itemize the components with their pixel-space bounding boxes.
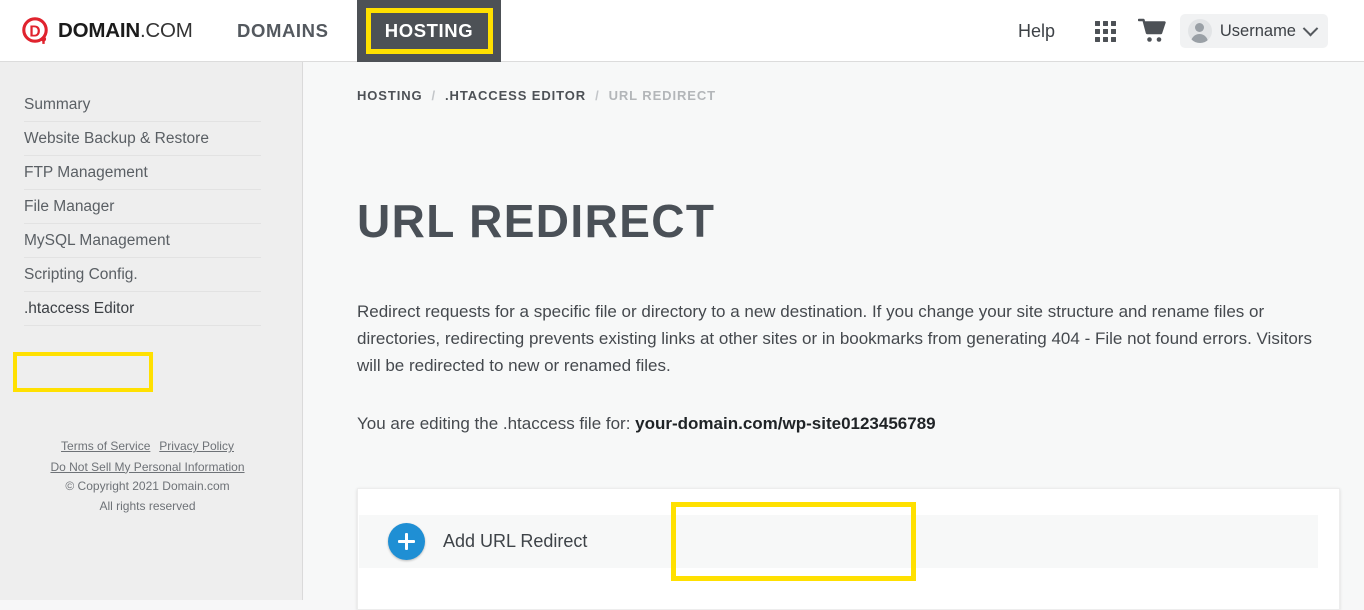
add-url-redirect-label: Add URL Redirect: [443, 531, 588, 551]
sidebar-nav-list: Summary Website Backup & Restore FTP Man…: [24, 88, 261, 326]
help-link[interactable]: Help: [1018, 0, 1055, 62]
sidebar-item-label: MySQL Management: [24, 231, 170, 249]
logo-wordmark: DOMAIN.COM: [58, 18, 193, 42]
sidebar-item-label: Website Backup & Restore: [24, 129, 209, 147]
main-content: HOSTING / .HTACCESS EDITOR / URL REDIREC…: [304, 62, 1364, 610]
sidebar-item-label: Scripting Config.: [24, 265, 138, 283]
editing-file-prefix: You are editing the .htaccess file for:: [357, 414, 636, 433]
sidebar-item-mysql-management[interactable]: MySQL Management: [24, 224, 261, 258]
apps-grid-dot: [1095, 37, 1100, 42]
apps-grid-dot: [1111, 21, 1116, 26]
sidebar-footer-row-dns: Do Not Sell My Personal Information: [0, 457, 295, 478]
breadcrumb-item-url-redirect: URL REDIRECT: [608, 88, 716, 103]
plus-icon[interactable]: [388, 523, 425, 560]
sidebar-item-label: File Manager: [24, 197, 115, 215]
nav-tab-hosting-label: HOSTING: [384, 20, 474, 41]
chevron-down-icon: [1302, 20, 1319, 36]
sidebar-item-label: .htaccess Editor: [24, 299, 135, 317]
sidebar-item-label: FTP Management: [24, 163, 148, 181]
add-url-redirect-row[interactable]: Add URL Redirect: [359, 515, 1318, 568]
top-header: D DOMAIN.COM DOMAINS HOSTING Help Userna…: [0, 0, 1364, 62]
url-redirect-card: Add URL Redirect: [357, 488, 1340, 610]
site-logo[interactable]: D DOMAIN.COM: [22, 16, 193, 46]
editing-file-domain: your-domain.com/wp-site0123456789: [635, 414, 936, 433]
rights-reserved-text: All rights reserved: [99, 498, 196, 513]
sidebar-item-htaccess-editor[interactable]: .htaccess Editor: [24, 292, 261, 326]
breadcrumb-item-hosting[interactable]: HOSTING: [357, 88, 423, 103]
sidebar-item-website-backup-restore[interactable]: Website Backup & Restore: [24, 122, 261, 156]
privacy-policy-link[interactable]: Privacy Policy: [159, 439, 234, 453]
user-menu-button[interactable]: Username: [1179, 14, 1328, 48]
sidebar-item-summary[interactable]: Summary: [24, 88, 261, 122]
svg-text:D: D: [29, 24, 40, 41]
terms-of-service-link[interactable]: Terms of Service: [61, 439, 150, 453]
sidebar-item-scripting-config[interactable]: Scripting Config.: [24, 258, 261, 292]
apps-grid-dot: [1095, 21, 1100, 26]
sidebar-item-file-manager[interactable]: File Manager: [24, 190, 261, 224]
shopping-cart-icon[interactable]: [1137, 18, 1166, 44]
sidebar-item-ftp-management[interactable]: FTP Management: [24, 156, 261, 190]
nav-tab-domains[interactable]: DOMAINS: [237, 0, 329, 62]
highlight-box-htaccess-editor: [13, 352, 153, 392]
apps-grid-dot: [1103, 21, 1108, 26]
logo-text-bold: DOMAIN: [58, 18, 140, 42]
apps-grid-dot: [1111, 29, 1116, 34]
username-label: Username: [1219, 21, 1296, 40]
sidebar-item-label: Summary: [24, 95, 91, 113]
breadcrumb-item-htaccess-editor[interactable]: .HTACCESS EDITOR: [445, 88, 586, 103]
editing-file-line: You are editing the .htaccess file for: …: [357, 414, 936, 434]
page-description: Redirect requests for a specific file or…: [357, 302, 1312, 375]
user-avatar-icon: [1187, 19, 1212, 43]
apps-grid-icon[interactable]: [1095, 21, 1116, 42]
sidebar-footer-row-legal: Terms of Service Privacy Policy: [0, 436, 295, 457]
breadcrumb: HOSTING / .HTACCESS EDITOR / URL REDIREC…: [357, 88, 716, 103]
page-title: URL REDIRECT: [357, 195, 716, 247]
domain-d-circle-icon: D: [22, 17, 50, 45]
help-label: Help: [1017, 20, 1055, 41]
nav-tab-domains-label: DOMAINS: [237, 20, 329, 41]
copyright-text: © Copyright 2021 Domain.com: [65, 479, 230, 493]
apps-grid-dot: [1095, 29, 1100, 34]
nav-tab-hosting[interactable]: HOSTING: [357, 0, 501, 62]
sidebar-footer: Terms of Service Privacy Policy Do Not S…: [0, 436, 295, 516]
breadcrumb-separator: /: [431, 88, 437, 103]
logo-text-light: .COM: [139, 18, 193, 42]
apps-grid-dot: [1103, 37, 1108, 42]
left-sidebar: Summary Website Backup & Restore FTP Man…: [0, 62, 303, 600]
apps-grid-dot: [1111, 37, 1116, 42]
breadcrumb-separator: /: [595, 88, 600, 103]
do-not-sell-link[interactable]: Do Not Sell My Personal Information: [50, 460, 244, 474]
apps-grid-dot: [1103, 29, 1108, 34]
